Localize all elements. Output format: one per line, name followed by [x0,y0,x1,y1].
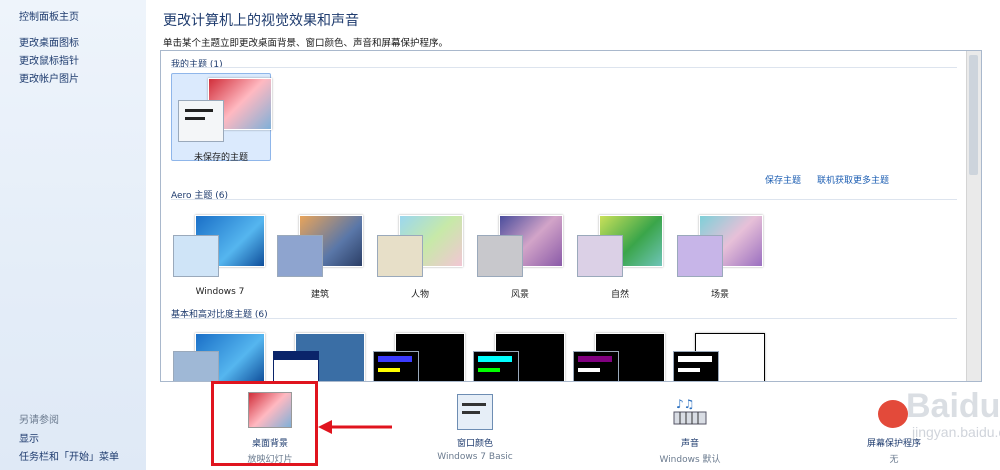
change-mouse-pointer-link[interactable]: 更改鼠标指针 [19,52,79,67]
theme-window-color-swatch [473,351,519,381]
sounds-label: 声音 [680,439,699,449]
theme-windows-7-basic[interactable] [171,331,269,381]
page-description: 单击某个主题立即更改桌面背景、窗口颜色、声音和屏幕保护程序。 [163,38,449,49]
theme-landscapes[interactable]: 风景 [471,211,569,300]
theme-list-panel: 我的主题 (1) 未保存的主题 保存主题 联机获取更多主题 Aero 主题 (6… [160,50,982,382]
svg-text:♪♫: ♪♫ [676,397,694,411]
theme-label: 未保存的主题 [193,153,248,163]
window-color-button[interactable]: 窗口颜色 Windows 7 Basic [415,388,535,464]
my-themes-header: 我的主题 (1) [171,60,223,70]
screensaver-status: 无 [889,455,899,465]
theme-window-color-swatch [173,351,219,381]
sounds-status: Windows 默认 [659,455,721,465]
baidu-watermark-url: jingyan.baidu.com [912,424,1000,440]
theme-window-color-swatch [577,235,623,277]
save-theme-link[interactable]: 保存主题 [765,173,801,186]
taskbar-start-menu-link[interactable]: 任务栏和「开始」菜单 [19,448,119,463]
theme-label: 风景 [510,290,529,300]
section-divider [171,67,957,68]
theme-label: Windows 7 [195,287,245,297]
theme-label: 建筑 [310,290,329,300]
get-more-themes-online-link[interactable]: 联机获取更多主题 [817,173,889,186]
red-arrow-annotation [318,420,392,434]
left-navigation-pane: 控制面板主页 更改桌面图标 更改鼠标指针 更改帐户图片 另请参阅 显示 任务栏和… [0,0,146,470]
theme-high-contrast-white[interactable] [671,331,769,381]
change-desktop-icons-link[interactable]: 更改桌面图标 [19,34,79,49]
theme-architecture[interactable]: 建筑 [271,211,369,300]
theme-window-color-swatch [273,351,319,381]
theme-windows-7[interactable]: Windows 7 [171,211,269,297]
theme-high-contrast-1[interactable] [371,331,469,381]
theme-window-color-swatch [677,235,723,277]
theme-window-color-swatch [178,100,224,142]
panel-scrollbar[interactable] [966,51,981,381]
theme-window-color-swatch [277,235,323,277]
theme-window-color-swatch [173,235,219,277]
theme-window-color-swatch [477,235,523,277]
theme-label: 人物 [410,290,429,300]
theme-windows-classic[interactable] [271,331,369,381]
display-link[interactable]: 显示 [19,430,39,445]
main-content: 更改计算机上的视觉效果和声音 单击某个主题立即更改桌面背景、窗口颜色、声音和屏幕… [146,0,1000,470]
sounds-icon: ♪♫ [673,397,707,425]
theme-unsaved[interactable]: 未保存的主题 [171,73,272,163]
scrollbar-thumb[interactable] [969,55,978,175]
window-color-status: Windows 7 Basic [437,452,513,462]
theme-characters[interactable]: 人物 [371,211,469,300]
theme-nature[interactable]: 自然 [571,211,669,300]
window-color-label: 窗口颜色 [456,439,493,449]
theme-high-contrast-2[interactable] [471,331,569,381]
theme-label: 自然 [610,290,629,300]
no-screensaver-icon [878,400,908,428]
theme-window-color-swatch [673,351,719,381]
theme-window-color-swatch [573,351,619,381]
baidu-watermark: Baidu 经验 [906,387,1000,425]
theme-window-color-swatch [373,351,419,381]
sounds-button[interactable]: ♪♫ 声音 Windows 默认 [630,388,750,465]
theme-scenes[interactable]: 场景 [671,211,769,300]
window-color-icon [457,394,493,430]
theme-label: 场景 [710,290,729,300]
highlight-box [211,381,318,466]
theme-high-contrast-black[interactable] [571,331,669,381]
change-account-picture-link[interactable]: 更改帐户图片 [19,70,79,85]
section-divider [171,199,957,200]
section-divider [171,318,957,319]
page-title: 更改计算机上的视觉效果和声音 [163,13,359,29]
theme-window-color-swatch [377,235,423,277]
see-also-heading: 另请参阅 [19,415,59,426]
control-panel-home-link[interactable]: 控制面板主页 [19,8,79,23]
